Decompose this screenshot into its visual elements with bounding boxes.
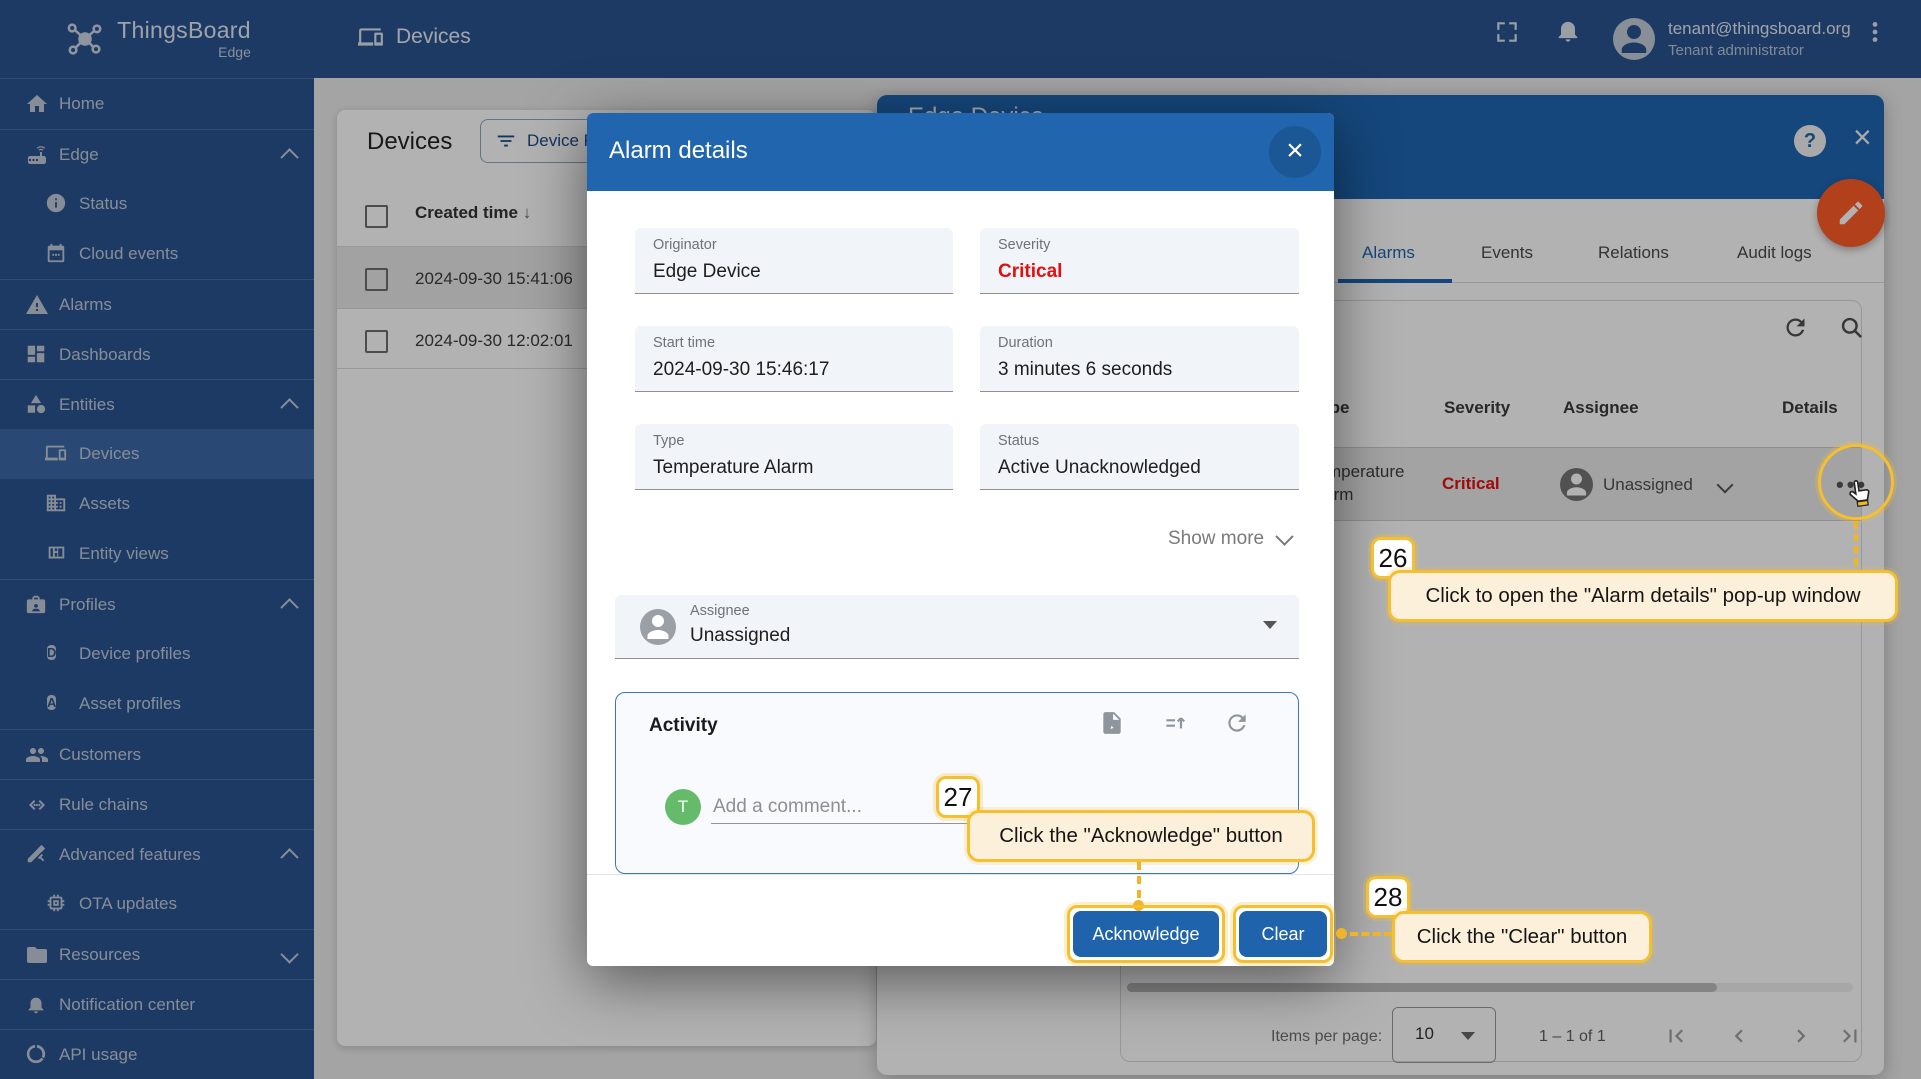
cursor-hand-icon	[1844, 476, 1878, 510]
assignee-select[interactable]: Assignee Unassigned	[615, 595, 1299, 659]
field-label: Severity	[998, 237, 1050, 253]
annotation-callout-28: Click the "Clear" button	[1392, 911, 1652, 963]
refresh-icon[interactable]	[1224, 710, 1250, 736]
field-label: Originator	[653, 237, 717, 253]
originator-field: Originator Edge Device	[635, 228, 953, 294]
field-value: Edge Device	[653, 261, 761, 283]
thingsboard-app: ThingsBoard Edge Home Edge Status Cloud …	[0, 0, 1921, 1079]
activity-title: Activity	[649, 715, 718, 737]
sort-comments-icon[interactable]	[1162, 710, 1188, 736]
assignee-value: Unassigned	[690, 625, 790, 647]
show-more-toggle[interactable]: Show more	[1168, 528, 1291, 550]
field-label: Type	[653, 433, 684, 449]
field-label: Duration	[998, 335, 1053, 351]
assignee-label: Assignee	[690, 603, 750, 619]
type-field: Type Temperature Alarm	[635, 424, 953, 490]
annotation-highlight-ring-clear	[1233, 905, 1333, 963]
user-avatar: T	[665, 789, 701, 825]
field-value-critical: Critical	[998, 261, 1062, 283]
footer-divider	[587, 874, 1334, 875]
severity-field: Severity Critical	[980, 228, 1299, 294]
person-icon	[640, 609, 676, 645]
annotation-callout-26: Click to open the "Alarm details" pop-up…	[1388, 570, 1898, 622]
field-value: 2024-09-30 15:46:17	[653, 359, 829, 381]
modal-header: Alarm details ×	[587, 113, 1334, 191]
duration-field: Duration 3 minutes 6 seconds	[980, 326, 1299, 392]
annotation-connector-26	[1854, 521, 1858, 566]
field-value: Temperature Alarm	[653, 457, 814, 479]
chevron-down-icon	[1275, 527, 1293, 545]
field-value: Active Unacknowledged	[998, 457, 1201, 479]
annotation-callout-27: Click the "Acknowledge" button	[967, 810, 1315, 862]
dropdown-arrow-icon[interactable]	[1263, 621, 1277, 629]
annotation-connector-27	[1137, 862, 1141, 898]
note-icon[interactable]	[1099, 710, 1125, 736]
field-label: Start time	[653, 335, 715, 351]
modal-title: Alarm details	[609, 137, 748, 165]
show-more-label: Show more	[1168, 528, 1264, 550]
annotation-highlight-ring-acknowledge	[1067, 905, 1225, 963]
start-time-field: Start time 2024-09-30 15:46:17	[635, 326, 953, 392]
close-modal-icon[interactable]: ×	[1269, 126, 1321, 178]
status-field: Status Active Unacknowledged	[980, 424, 1299, 490]
field-label: Status	[998, 433, 1039, 449]
annotation-connector-28	[1350, 932, 1392, 936]
annotation-dot-28	[1336, 928, 1347, 939]
field-value: 3 minutes 6 seconds	[998, 359, 1172, 381]
